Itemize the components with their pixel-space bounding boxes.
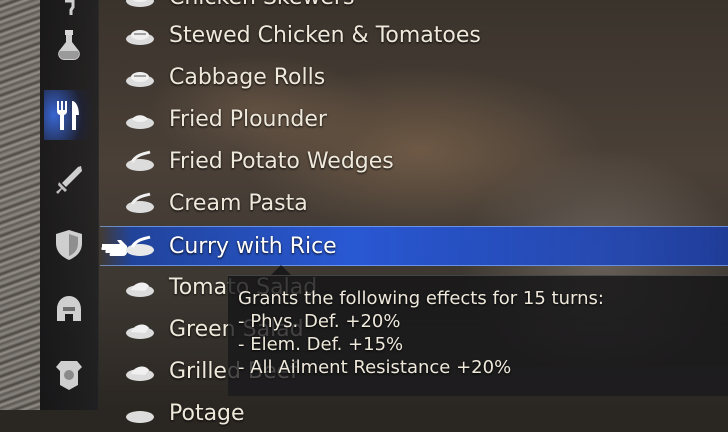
meat-dish-icon [126, 0, 154, 7]
fish-dish-icon [126, 115, 154, 129]
fork-knife-icon [56, 101, 79, 130]
meat-dish-icon [126, 324, 154, 339]
meat-dish-icon [126, 366, 154, 381]
list-item[interactable]: Fried Plounder [100, 100, 728, 138]
list-item-label: Cabbage Rolls [169, 65, 326, 90]
sidebar-item-potions[interactable] [44, 20, 94, 70]
list-item-label: Stewed Chicken & Tomatoes [169, 23, 481, 48]
list-item[interactable]: Chicken Skewers [100, 0, 728, 16]
tooltip-header: Grants the following effects for 15 turn… [238, 288, 604, 309]
pasta-dish-icon [126, 192, 154, 213]
list-item-label: Chicken Skewers [169, 0, 354, 10]
tooltip-effect: - Elem. Def. +15% [238, 334, 404, 355]
list-item-label: Cream Pasta [169, 191, 308, 216]
tooltip-effect: - All Ailment Resistance +20% [238, 357, 512, 378]
category-sidebar [40, 0, 99, 410]
tooltip-caret [271, 265, 291, 275]
list-item[interactable]: Stewed Chicken & Tomatoes [100, 16, 728, 54]
helmet-icon [57, 296, 81, 321]
list-item-label: Fried Plounder [169, 107, 327, 132]
armor-icon [56, 361, 82, 390]
meat-dish-icon [126, 30, 154, 45]
pasta-dish-icon [126, 235, 154, 256]
list-item[interactable]: Fried Potato Wedges [100, 142, 728, 180]
tooltip-effect: - Phys. Def. +20% [238, 311, 401, 332]
sidebar-item-armor[interactable] [44, 350, 94, 400]
sidebar-item-weapons[interactable] [44, 155, 94, 205]
list-item-label: Curry with Rice [169, 234, 337, 259]
shield-icon [56, 230, 82, 260]
soup-dish-icon [126, 411, 154, 423]
sword-icon [56, 166, 82, 194]
effect-tooltip: Grants the following effects for 15 turn… [228, 275, 728, 396]
list-item[interactable]: Potage [100, 394, 728, 432]
sidebar-item-helmets[interactable] [44, 285, 94, 335]
meat-dish-icon [126, 282, 154, 297]
character-art-edge [0, 0, 40, 410]
list-item[interactable]: Cream Pasta [100, 184, 728, 222]
potion-icon [58, 30, 80, 60]
list-item-label: Fried Potato Wedges [169, 149, 394, 174]
list-item-label: Potage [169, 401, 245, 426]
pasta-dish-icon [126, 150, 154, 171]
list-item[interactable]: Cabbage Rolls [100, 58, 728, 96]
sidebar-item-food[interactable] [44, 90, 94, 140]
sidebar-item-shields[interactable] [44, 220, 94, 270]
meat-dish-icon [126, 72, 154, 87]
list-item-selected[interactable]: Curry with Rice [100, 226, 728, 266]
